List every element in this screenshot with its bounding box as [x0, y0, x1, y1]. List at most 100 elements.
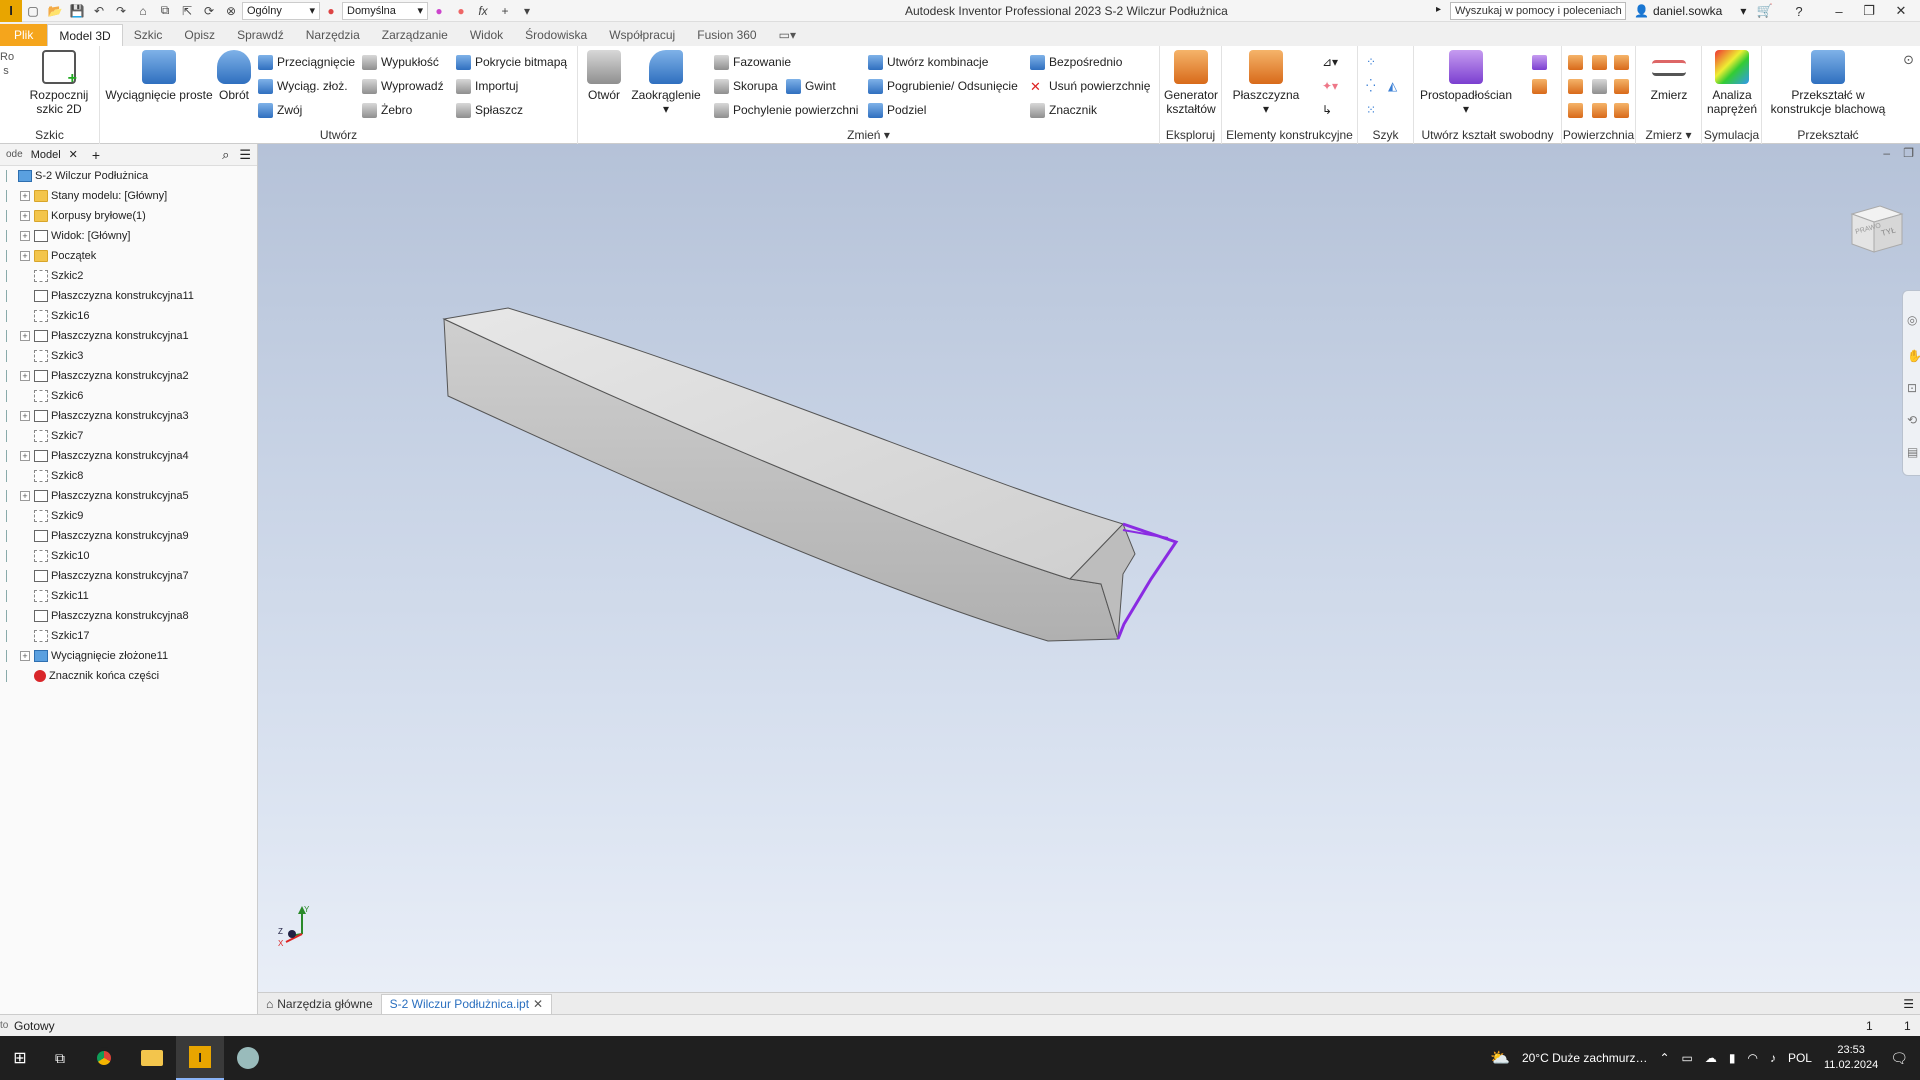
delete-face-button[interactable]: ✕ Usuń powierzchnię: [1030, 76, 1150, 96]
graphics-viewport[interactable]: PRAWO TYŁ – ❐ ◎ ✋ ⊡ ⟲ ▤ Z Y X: [258, 144, 1920, 992]
maximize-button[interactable]: ❐: [1856, 2, 1882, 20]
save-icon[interactable]: 💾: [66, 1, 88, 21]
tab-model-3d[interactable]: Model 3D: [47, 24, 123, 46]
wifi-icon[interactable]: ◠: [1747, 1051, 1757, 1065]
tree-item[interactable]: Szkic7: [0, 426, 257, 446]
coil-button[interactable]: Zwój: [258, 100, 302, 120]
truncated-button[interactable]: Ro s: [0, 50, 14, 78]
tree-item[interactable]: Szkic17: [0, 626, 257, 646]
minimize-button[interactable]: –: [1826, 2, 1852, 20]
revolve-button[interactable]: Obrót: [214, 50, 254, 102]
direct-edit-button[interactable]: Bezpośrednio: [1030, 52, 1122, 72]
tree-item[interactable]: Szkic16: [0, 306, 257, 326]
loft-button[interactable]: Wyciąg. złoż.: [258, 76, 348, 96]
menu-icon[interactable]: ☰: [239, 147, 251, 163]
search-icon[interactable]: ⌕: [222, 147, 229, 163]
file-explorer-icon[interactable]: [128, 1036, 176, 1080]
fit-mesh-icon[interactable]: [1614, 100, 1629, 120]
tree-item[interactable]: + Płaszczyzna konstrukcyjna3: [0, 406, 257, 426]
redo-icon[interactable]: ↷: [110, 1, 132, 21]
tree-item[interactable]: + Stany modelu: [Główny]: [0, 186, 257, 206]
clock[interactable]: 23:53 11.02.2024: [1824, 1043, 1878, 1073]
expand-icon[interactable]: +: [20, 411, 30, 421]
modify-group-label[interactable]: Zmień ▾: [578, 128, 1159, 142]
tree-item[interactable]: S-2 Wilczur Podłużnica: [0, 166, 257, 186]
tree-item[interactable]: + Początek: [0, 246, 257, 266]
freeform-edit-icon[interactable]: [1532, 52, 1547, 72]
maximize-view-icon[interactable]: ❐: [1903, 146, 1914, 160]
sketch-pattern-icon[interactable]: ⁙: [1366, 100, 1376, 120]
cart-icon[interactable]: 🛒: [1752, 2, 1778, 20]
tab-collaborate[interactable]: Współpracuj: [598, 24, 686, 46]
sculpt-icon[interactable]: [1614, 52, 1629, 72]
combine-button[interactable]: Utwórz kombinacje: [868, 52, 988, 72]
ruled-surface-icon[interactable]: [1568, 76, 1583, 96]
weather-icon[interactable]: ⛅: [1490, 1048, 1510, 1068]
mirror-icon[interactable]: ◭: [1388, 76, 1397, 96]
notifications-icon[interactable]: 🗨: [1890, 1050, 1908, 1067]
patch-icon[interactable]: [1592, 52, 1607, 72]
chamfer-button[interactable]: Fazowanie: [714, 52, 791, 72]
browser-tab-model[interactable]: Model: [27, 149, 65, 161]
tree-item[interactable]: Szkic6: [0, 386, 257, 406]
expand-icon[interactable]: +: [20, 191, 30, 201]
tree-item[interactable]: + Płaszczyzna konstrukcyjna2: [0, 366, 257, 386]
customize-qat-icon[interactable]: ▾: [516, 1, 538, 21]
parameters-fx-icon[interactable]: fx: [472, 1, 494, 21]
rectangular-pattern-icon[interactable]: ⁘: [1366, 52, 1376, 72]
windows-start-icon[interactable]: ⊞: [0, 1036, 40, 1080]
plus-icon[interactable]: +: [494, 1, 516, 21]
weather-text[interactable]: 20°C Duże zachmurz…: [1522, 1051, 1648, 1065]
doc-tab-home[interactable]: ⌂ Narzędzia główne: [258, 994, 381, 1014]
onedrive-icon[interactable]: ☁: [1705, 1051, 1717, 1065]
doc-tab-active[interactable]: S-2 Wilczur Podłużnica.ipt ✕: [380, 993, 553, 1014]
orbit-icon[interactable]: ⟲: [1907, 413, 1917, 427]
display-icon[interactable]: ▭: [1682, 1051, 1693, 1065]
tree-item[interactable]: Płaszczyzna konstrukcyjna11: [0, 286, 257, 306]
tab-manage[interactable]: Zarządzanie: [371, 24, 459, 46]
appearance-sphere-icon[interactable]: ●: [320, 1, 342, 21]
tree-item[interactable]: Szkic8: [0, 466, 257, 486]
part-side-face[interactable]: [443, 318, 1119, 642]
close-button[interactable]: ✕: [1888, 2, 1914, 20]
shape-generator-button[interactable]: Generator kształtów: [1162, 50, 1220, 116]
tree-item[interactable]: Szkic11: [0, 586, 257, 606]
replace-face-icon[interactable]: [1568, 100, 1583, 120]
tree-item[interactable]: Szkic3: [0, 346, 257, 366]
measure-button[interactable]: Zmierz: [1638, 50, 1700, 102]
tab-tools[interactable]: Narzędzia: [295, 24, 371, 46]
chrome-icon[interactable]: [80, 1036, 128, 1080]
material-icon[interactable]: ⊗: [220, 1, 242, 21]
stress-analysis-button[interactable]: Analiza naprężeń: [1704, 50, 1760, 116]
tree-item[interactable]: Płaszczyzna konstrukcyjna8: [0, 606, 257, 626]
hole-button[interactable]: Otwór: [582, 50, 626, 102]
measure-group-label[interactable]: Zmierz ▾: [1636, 128, 1701, 142]
fillet-button[interactable]: Zaokrąglenie ▾: [628, 50, 704, 116]
tree-item[interactable]: Szkic2: [0, 266, 257, 286]
start-sketch-button[interactable]: + Rozpocznij szkic 2D: [26, 50, 92, 116]
adjust-appearance-icon[interactable]: ●: [428, 1, 450, 21]
emboss-button[interactable]: Wypukłość: [362, 52, 439, 72]
tab-sketch[interactable]: Szkic: [123, 24, 174, 46]
undo-icon[interactable]: ↶: [88, 1, 110, 21]
task-view-icon[interactable]: ⧉: [40, 1036, 80, 1080]
tree-item[interactable]: Szkic10: [0, 546, 257, 566]
shell-button[interactable]: Skorupa: [714, 76, 778, 96]
tree-item[interactable]: + Płaszczyzna konstrukcyjna5: [0, 486, 257, 506]
close-tab-icon[interactable]: ✕: [65, 148, 82, 161]
part-model-view[interactable]: [258, 144, 1920, 992]
thicken-button[interactable]: Pogrubienie/ Odsunięcie: [868, 76, 1018, 96]
expand-icon[interactable]: +: [20, 231, 30, 241]
repair-icon[interactable]: [1592, 100, 1607, 120]
doc-tabs-menu-icon[interactable]: ☰: [1903, 997, 1914, 1011]
draft-button[interactable]: Pochylenie powierzchni: [714, 100, 858, 120]
copy-icon[interactable]: ⧉: [154, 1, 176, 21]
steering-wheel-icon[interactable]: ◎: [1907, 313, 1917, 327]
help-icon[interactable]: ?: [1786, 2, 1812, 20]
work-plane-button[interactable]: Płaszczyzna ▾: [1228, 50, 1304, 116]
look-at-icon[interactable]: ▤: [1907, 445, 1918, 459]
expand-icon[interactable]: +: [20, 251, 30, 261]
zoom-icon[interactable]: ⊡: [1907, 381, 1917, 395]
style-combo[interactable]: Ogólny ▾: [242, 1, 320, 20]
tree-item[interactable]: Płaszczyzna konstrukcyjna7: [0, 566, 257, 586]
